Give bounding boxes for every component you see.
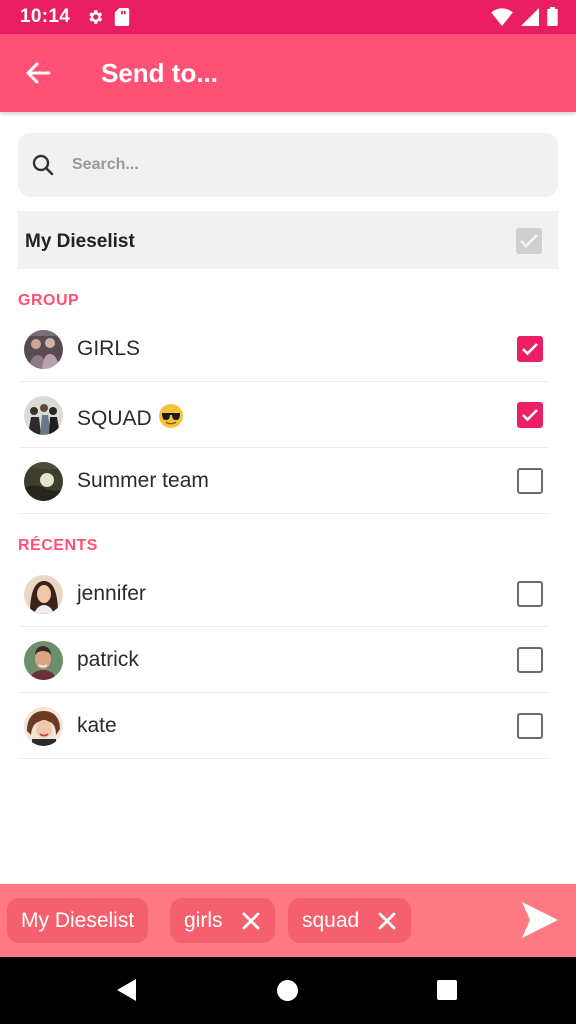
section-header-recents: RÉCENTS xyxy=(18,537,98,554)
status-right-icons xyxy=(491,7,558,26)
kate-checkbox[interactable] xyxy=(517,713,543,739)
list-item[interactable]: GIRLS xyxy=(20,316,548,382)
chip-label: girls xyxy=(184,908,223,932)
settings-icon xyxy=(89,10,103,24)
group-name: SQUAD xyxy=(77,403,184,431)
check-icon xyxy=(519,233,539,249)
back-button[interactable] xyxy=(22,58,54,88)
page-title: Send to... xyxy=(101,58,218,88)
chip-girls[interactable]: girls xyxy=(170,898,275,943)
chip-my-dieselist[interactable]: My Dieselist xyxy=(7,898,149,943)
close-icon[interactable] xyxy=(377,911,397,931)
patrick-checkbox[interactable] xyxy=(517,647,543,673)
status-time: 10:14 xyxy=(20,6,71,27)
dieselist-label: My Dieselist xyxy=(25,231,135,252)
list-item[interactable]: jennifer xyxy=(20,561,548,627)
check-icon xyxy=(522,343,538,356)
section-header-group: GROUP xyxy=(18,292,80,309)
close-icon[interactable] xyxy=(241,911,261,931)
app-bar: Send to... xyxy=(0,34,576,112)
kate-avatar xyxy=(24,707,63,746)
sd-card-icon xyxy=(114,8,130,26)
chip-label: My Dieselist xyxy=(21,908,135,932)
group-squad-checkbox[interactable] xyxy=(517,402,543,428)
list-item[interactable]: Summer team xyxy=(20,448,548,514)
chip-squad[interactable]: squad xyxy=(288,898,412,943)
list-item[interactable]: SQUAD xyxy=(20,382,548,448)
dieselist-row[interactable]: My Dieselist xyxy=(18,211,558,269)
check-icon xyxy=(522,409,538,422)
jennifer-checkbox[interactable] xyxy=(517,581,543,607)
selected-bar: My Dieselist girls squad xyxy=(0,884,576,957)
group-name: GIRLS xyxy=(77,337,141,360)
group-summer-avatar xyxy=(24,462,63,501)
contact-name: patrick xyxy=(77,648,139,671)
search-icon xyxy=(30,152,56,178)
list-item[interactable]: patrick xyxy=(20,627,548,693)
jennifer-avatar xyxy=(24,575,63,614)
send-icon xyxy=(522,902,558,938)
dieselist-checkbox[interactable] xyxy=(516,228,542,254)
search-box[interactable] xyxy=(18,133,558,197)
contact-name: jennifer xyxy=(77,582,146,605)
nav-recents-icon[interactable] xyxy=(437,980,457,1000)
contact-name: kate xyxy=(77,714,117,737)
chip-label: squad xyxy=(302,908,360,932)
navigation-bar xyxy=(0,957,576,1024)
send-button[interactable] xyxy=(518,898,562,942)
status-left-icons xyxy=(86,8,130,26)
battery-icon xyxy=(547,7,558,26)
group-squad-avatar xyxy=(24,396,63,435)
list-item[interactable]: kate xyxy=(20,693,548,759)
status-bar: 10:14 xyxy=(0,0,576,34)
sunglasses-emoji-icon xyxy=(158,404,183,428)
search-input[interactable] xyxy=(72,156,512,174)
group-name: Summer team xyxy=(77,469,209,492)
nav-back-icon[interactable] xyxy=(117,979,137,1001)
group-girls-checkbox[interactable] xyxy=(517,336,543,362)
cell-signal-icon xyxy=(521,7,539,26)
arrow-left-icon xyxy=(26,62,51,84)
wifi-icon xyxy=(491,7,513,26)
nav-home-icon[interactable] xyxy=(277,980,298,1001)
patrick-avatar xyxy=(24,641,63,680)
group-girls-avatar xyxy=(24,330,63,369)
group-summer-checkbox[interactable] xyxy=(517,468,543,494)
